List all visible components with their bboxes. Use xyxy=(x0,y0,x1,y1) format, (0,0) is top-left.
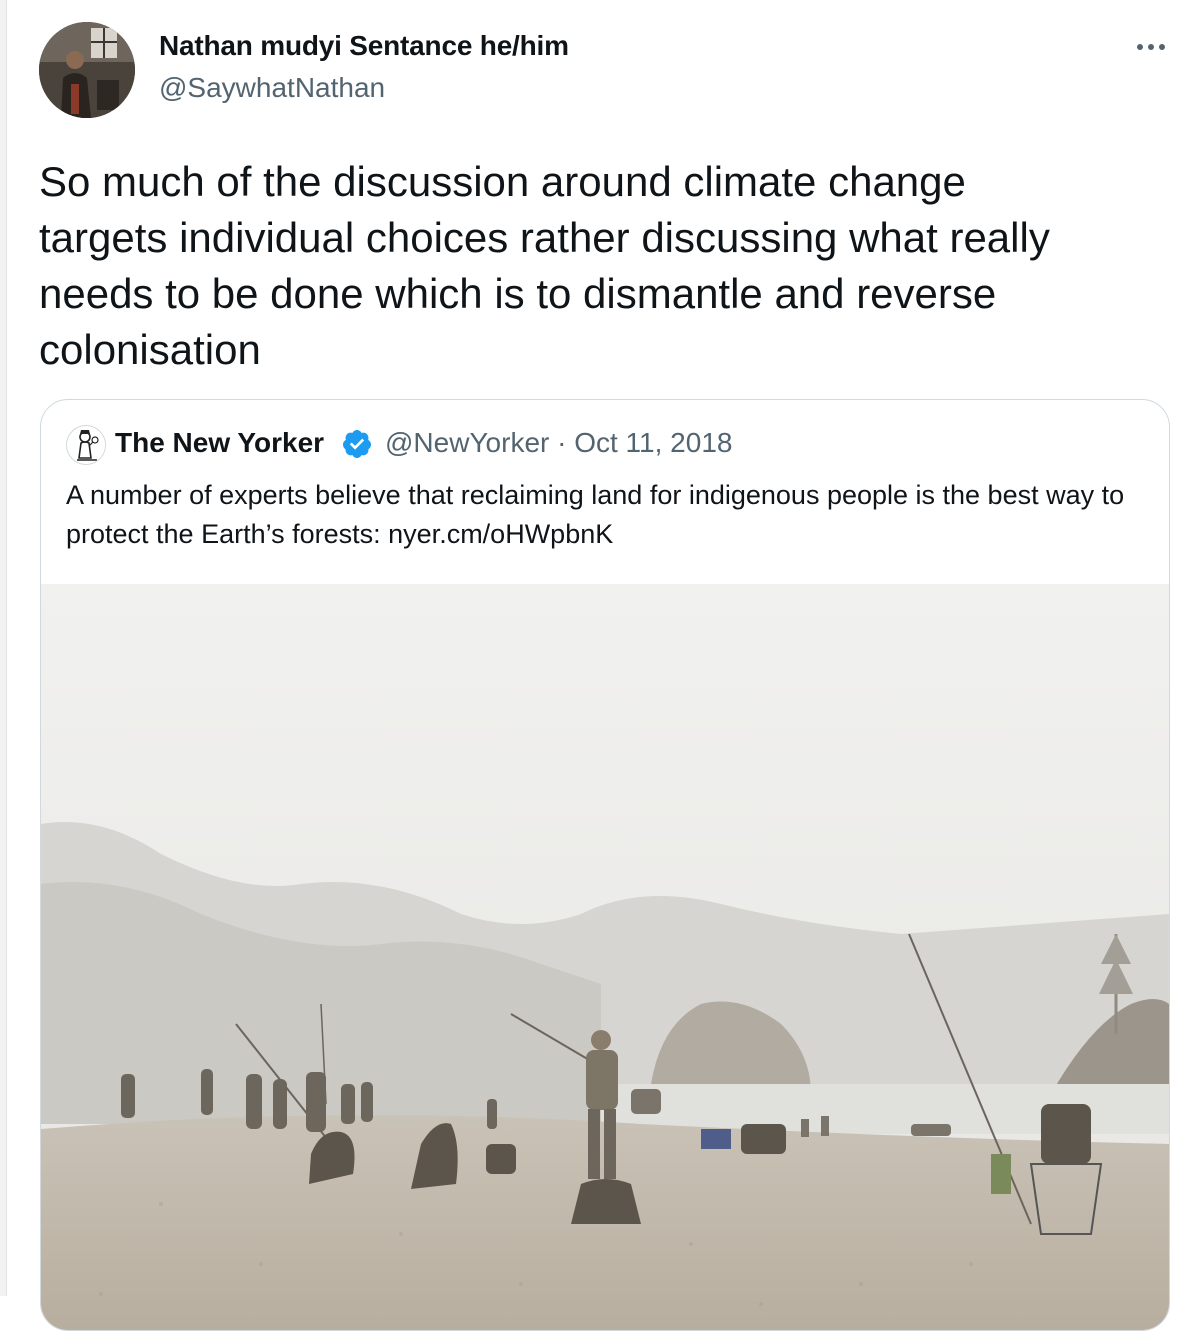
verified-badge-icon xyxy=(342,430,371,458)
author-avatar[interactable] xyxy=(39,22,135,118)
quoted-author-name: The New Yorker xyxy=(115,427,325,458)
quoted-handle-date: @NewYorker · Oct 11, 2018 xyxy=(385,427,733,458)
quoted-text: A number of experts believe that reclaim… xyxy=(66,480,1125,549)
quoted-tweet[interactable]: The New Yorker @NewYorker · Oct 11, 2018… xyxy=(40,399,1170,1331)
tweet: Nathan mudyi Sentance he/him @SaywhatNat… xyxy=(0,0,1200,1331)
quoted-media-photo[interactable] xyxy=(41,584,1169,1330)
new-yorker-logo-icon xyxy=(66,425,106,465)
author-handle[interactable]: @SaywhatNathan xyxy=(159,72,385,104)
author-name[interactable]: Nathan mudyi Sentance he/him xyxy=(159,30,569,62)
more-icon[interactable] xyxy=(1133,32,1169,60)
tweet-text: So much of the discussion around climate… xyxy=(39,158,1050,373)
beach-fishing-photo-icon xyxy=(41,584,1169,1330)
profile-photo-icon xyxy=(39,22,135,118)
